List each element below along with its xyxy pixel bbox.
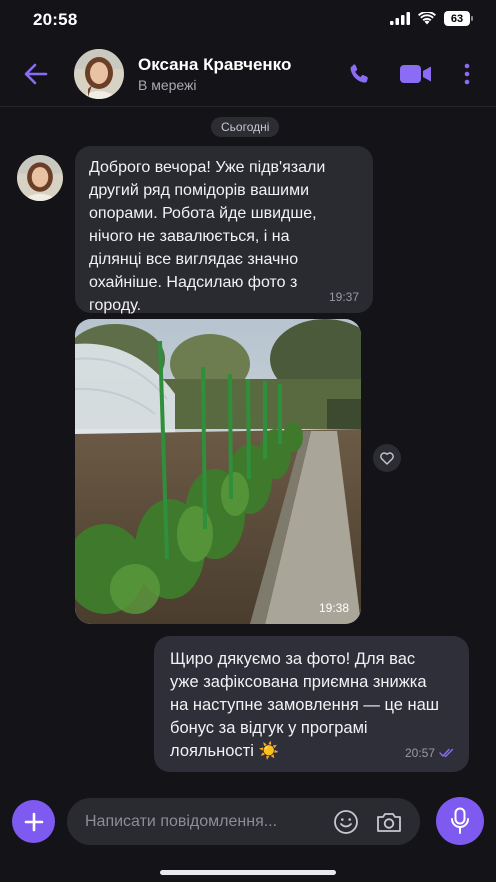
emoji-icon[interactable] — [333, 809, 359, 835]
outgoing-message-time: 20:57 — [404, 746, 435, 760]
status-bar: 20:58 63 — [0, 0, 496, 40]
incoming-photo-time: 19:38 — [318, 601, 349, 615]
plus-icon — [24, 812, 43, 831]
camera-icon[interactable] — [375, 809, 403, 835]
status-icons: 63 — [390, 11, 473, 26]
message-input[interactable]: Написати повідомлення... — [67, 798, 420, 845]
sender-avatar[interactable] — [17, 155, 63, 201]
incoming-message-text: Доброго вечора! Уже підв'язали другий ря… — [89, 159, 326, 314]
contact-status: В мережі — [138, 77, 197, 93]
voice-message-button[interactable] — [436, 797, 484, 845]
message-composer: Написати повідомлення... — [0, 790, 496, 860]
wifi-icon — [418, 12, 436, 25]
heart-icon — [380, 451, 394, 465]
battery-level: 63 — [450, 12, 464, 25]
date-divider: Сьогодні — [211, 117, 280, 137]
contact-avatar[interactable] — [74, 49, 124, 99]
incoming-photo[interactable]: 19:38 — [75, 319, 361, 624]
outgoing-message-meta: 20:57 — [405, 746, 455, 760]
incoming-message-bubble[interactable]: Доброго вечора! Уже підв'язали другий ря… — [75, 146, 373, 314]
read-check-icon — [439, 748, 454, 758]
signal-icon — [390, 12, 410, 25]
attach-button[interactable] — [12, 800, 55, 843]
more-icon — [464, 63, 470, 85]
outgoing-message-bubble[interactable]: Щиро дякуємо за фото! Для вас уже зафікс… — [154, 636, 469, 772]
chat-header: Оксана Кравченко В мережі — [0, 42, 496, 107]
more-options-button[interactable] — [460, 61, 474, 87]
incoming-message-time: 19:37 — [328, 290, 359, 304]
battery-indicator: 63 — [444, 11, 473, 26]
call-button[interactable] — [346, 61, 372, 87]
garden-photo-image — [75, 319, 361, 624]
video-icon — [400, 65, 431, 83]
back-arrow-icon[interactable] — [20, 58, 52, 90]
video-call-button[interactable] — [399, 61, 433, 87]
react-button[interactable] — [373, 444, 401, 472]
message-input-placeholder: Написати повідомлення... — [85, 813, 278, 830]
microphone-icon — [451, 807, 469, 834]
phone-icon — [350, 64, 368, 83]
contact-name[interactable]: Оксана Кравченко — [138, 55, 291, 75]
status-time: 20:58 — [33, 10, 78, 29]
home-indicator — [160, 870, 336, 875]
